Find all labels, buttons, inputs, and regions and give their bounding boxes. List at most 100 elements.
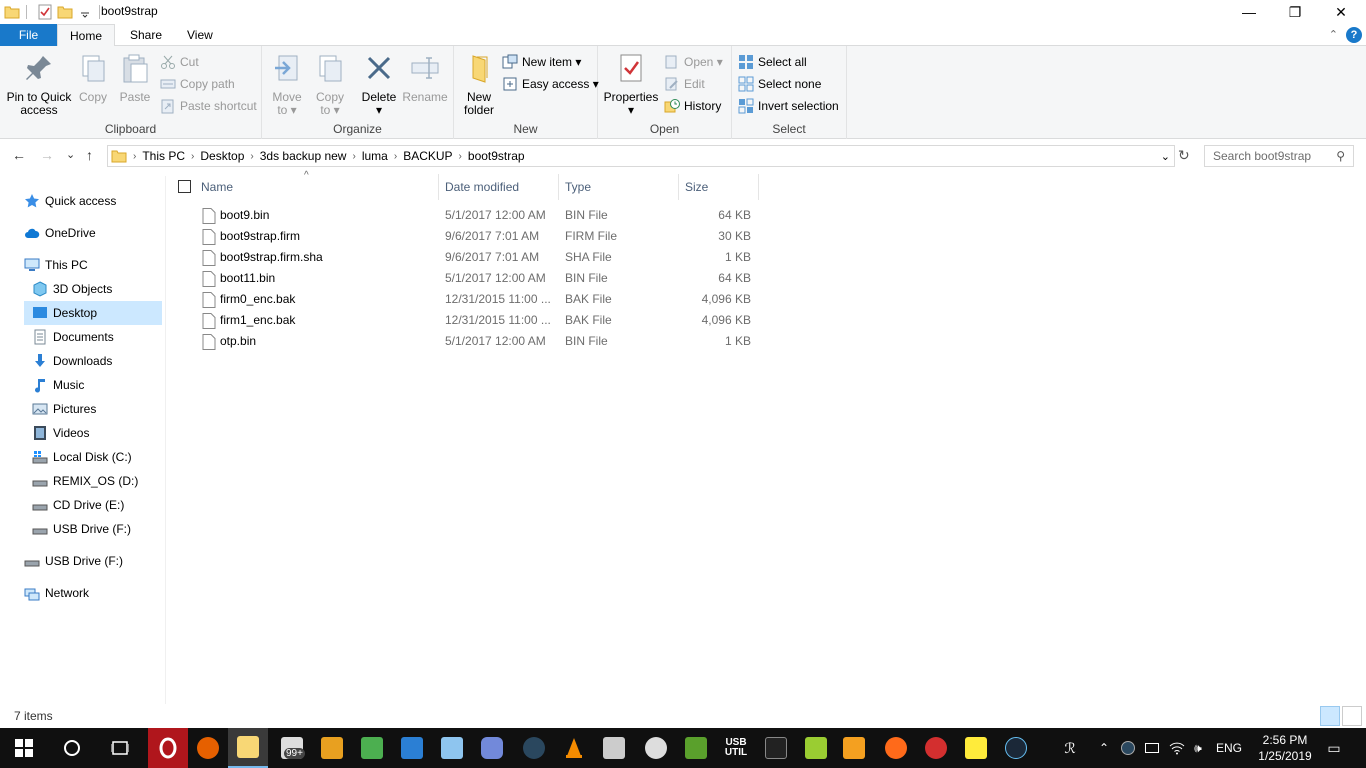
collapse-ribbon-icon[interactable]: ⌃ bbox=[1329, 28, 1338, 41]
large-icons-view-button[interactable] bbox=[1342, 706, 1362, 726]
maximize-button[interactable]: ❐ bbox=[1272, 0, 1318, 24]
usb-util-taskbar-icon[interactable]: USB UTIL bbox=[716, 728, 756, 768]
move-to-button[interactable]: Move to ▾ bbox=[266, 52, 308, 117]
breadcrumb-separator[interactable]: › bbox=[248, 151, 255, 162]
feather-taskbar-icon[interactable] bbox=[876, 728, 916, 768]
cut-button[interactable]: Cut bbox=[160, 52, 199, 72]
steam-taskbar-icon-2[interactable] bbox=[996, 728, 1036, 768]
nav-item-local-disk[interactable]: Local Disk (C:) bbox=[32, 445, 132, 469]
tab-home[interactable]: Home bbox=[57, 24, 116, 47]
select-all-checkbox[interactable] bbox=[178, 180, 191, 193]
nav-item-pictures[interactable]: Pictures bbox=[32, 397, 96, 421]
notepad-plus-taskbar-icon[interactable] bbox=[796, 728, 836, 768]
search-taskbar-button[interactable] bbox=[52, 728, 92, 768]
sticky-notes-taskbar-icon[interactable] bbox=[956, 728, 996, 768]
wifi-tray-icon[interactable] bbox=[1166, 728, 1188, 768]
edit-button[interactable]: Edit bbox=[664, 74, 705, 94]
address-bar[interactable]: › This PC › Desktop › 3ds backup new › l… bbox=[107, 145, 1175, 167]
column-header-size[interactable]: Size bbox=[679, 174, 759, 200]
customize-toolbar-icon[interactable] bbox=[77, 4, 93, 20]
breadcrumb-backup[interactable]: BACKUP bbox=[399, 149, 456, 163]
mail-taskbar-icon[interactable]: 99+ bbox=[272, 728, 312, 768]
address-dropdown-icon[interactable]: ⌄ bbox=[1161, 150, 1174, 163]
properties-check-icon[interactable] bbox=[37, 4, 53, 20]
file-row[interactable]: boot9strap.firm 9/6/2017 7:01 AM FIRM Fi… bbox=[196, 226, 758, 247]
copy-path-button[interactable]: Copy path bbox=[160, 74, 235, 94]
rename-button[interactable]: Rename bbox=[402, 52, 448, 104]
opera-taskbar-icon[interactable] bbox=[148, 728, 188, 768]
file-row[interactable]: boot11.bin 5/1/2017 12:00 AM BIN File 64… bbox=[196, 268, 758, 289]
file-row[interactable]: boot9strap.firm.sha 9/6/2017 7:01 AM SHA… bbox=[196, 247, 758, 268]
nav-item-network[interactable]: Network bbox=[24, 581, 89, 605]
delete-button[interactable]: Delete ▾ bbox=[358, 52, 400, 117]
steam-taskbar-icon[interactable] bbox=[514, 728, 554, 768]
up-button[interactable]: ↑ bbox=[86, 147, 93, 163]
firefox-taskbar-icon[interactable] bbox=[188, 728, 228, 768]
select-all-button[interactable]: Select all bbox=[738, 52, 807, 72]
new-folder-icon[interactable] bbox=[57, 4, 73, 20]
nav-item-cd-drive[interactable]: CD Drive (E:) bbox=[32, 493, 124, 517]
nav-item-usb-drive-sub[interactable]: USB Drive (F:) bbox=[32, 517, 131, 541]
language-indicator[interactable]: ENG bbox=[1212, 728, 1246, 768]
clock[interactable]: 2:56 PM 1/25/2019 bbox=[1250, 732, 1320, 764]
app-taskbar-icon[interactable] bbox=[594, 728, 634, 768]
refresh-button[interactable]: ↻ bbox=[1178, 147, 1190, 164]
volume-icon[interactable]: 🕪 bbox=[1188, 728, 1208, 768]
file-row[interactable]: firm1_enc.bak 12/31/2015 11:00 ... BAK F… bbox=[196, 310, 758, 331]
power-tray-icon[interactable] bbox=[1142, 728, 1162, 768]
minimize-button[interactable]: — bbox=[1226, 0, 1272, 24]
open-button[interactable]: Open ▾ bbox=[664, 52, 723, 72]
pin-to-quick-access-button[interactable]: Pin to Quick access bbox=[4, 52, 74, 117]
nav-item-onedrive[interactable]: OneDrive bbox=[24, 221, 96, 245]
copy-button[interactable]: Copy bbox=[74, 52, 112, 104]
breadcrumb-this-pc[interactable]: This PC bbox=[138, 149, 189, 163]
new-item-button[interactable]: New item ▾ bbox=[502, 52, 581, 72]
document-taskbar-icon[interactable] bbox=[392, 728, 432, 768]
column-header-type[interactable]: Type bbox=[559, 174, 679, 200]
nav-item-documents[interactable]: Documents bbox=[32, 325, 114, 349]
nav-item-usb-drive[interactable]: USB Drive (F:) bbox=[24, 549, 123, 573]
people-icon[interactable]: ℛ bbox=[1058, 728, 1082, 768]
file-explorer-taskbar-icon[interactable] bbox=[228, 728, 268, 768]
breadcrumb-separator[interactable]: › bbox=[350, 151, 357, 162]
nav-item-downloads[interactable]: Downloads bbox=[32, 349, 112, 373]
details-view-button[interactable] bbox=[1320, 706, 1340, 726]
file-row[interactable]: boot9.bin 5/1/2017 12:00 AM BIN File 64 … bbox=[196, 205, 758, 226]
nav-item-remix-os[interactable]: REMIX_OS (D:) bbox=[32, 469, 138, 493]
breadcrumb-separator[interactable]: › bbox=[457, 151, 464, 162]
pokeball-taskbar-icon[interactable] bbox=[916, 728, 956, 768]
steam-tray-icon[interactable] bbox=[1118, 728, 1138, 768]
controller-taskbar-icon[interactable] bbox=[636, 728, 676, 768]
invert-selection-button[interactable]: Invert selection bbox=[738, 96, 839, 116]
help-icon[interactable]: ? bbox=[1346, 27, 1362, 43]
copy-to-button[interactable]: Copy to ▾ bbox=[310, 52, 350, 117]
breadcrumb-desktop[interactable]: Desktop bbox=[196, 149, 248, 163]
file-row[interactable]: otp.bin 5/1/2017 12:00 AM BIN File 1 KB bbox=[196, 331, 758, 352]
show-hidden-icons-chevron[interactable]: ⌃ bbox=[1094, 728, 1114, 768]
task-view-button[interactable] bbox=[100, 728, 140, 768]
breadcrumb-separator[interactable]: › bbox=[189, 151, 196, 162]
file-row[interactable]: firm0_enc.bak 12/31/2015 11:00 ... BAK F… bbox=[196, 289, 758, 310]
discord-taskbar-icon[interactable] bbox=[472, 728, 512, 768]
nav-item-videos[interactable]: Videos bbox=[32, 421, 89, 445]
nav-item-music[interactable]: Music bbox=[32, 373, 84, 397]
easy-access-button[interactable]: Easy access ▾ bbox=[502, 74, 599, 94]
box-app-taskbar-icon[interactable] bbox=[432, 728, 472, 768]
select-none-button[interactable]: Select none bbox=[738, 74, 821, 94]
paste-button[interactable]: Paste bbox=[116, 52, 154, 104]
action-center-icon[interactable]: ▭ bbox=[1322, 728, 1346, 768]
nav-item-this-pc[interactable]: This PC bbox=[24, 253, 88, 277]
vlc-taskbar-icon[interactable] bbox=[554, 728, 594, 768]
column-header-date-modified[interactable]: Date modified bbox=[439, 174, 559, 200]
recent-locations-button[interactable]: ⌄ bbox=[66, 148, 75, 161]
start-button[interactable] bbox=[4, 728, 44, 768]
terminal-taskbar-icon[interactable] bbox=[756, 728, 796, 768]
breadcrumb-3ds-backup-new[interactable]: 3ds backup new bbox=[256, 149, 351, 163]
minecraft-taskbar-icon[interactable] bbox=[676, 728, 716, 768]
spreadsheet-taskbar-icon[interactable] bbox=[352, 728, 392, 768]
properties-button[interactable]: Properties ▾ bbox=[602, 52, 660, 117]
search-icon[interactable]: ⚲ bbox=[1336, 149, 1345, 163]
nav-item-3d-objects[interactable]: 3D Objects bbox=[32, 277, 112, 301]
paste-shortcut-button[interactable]: Paste shortcut bbox=[160, 96, 257, 116]
breadcrumb-luma[interactable]: luma bbox=[358, 149, 392, 163]
